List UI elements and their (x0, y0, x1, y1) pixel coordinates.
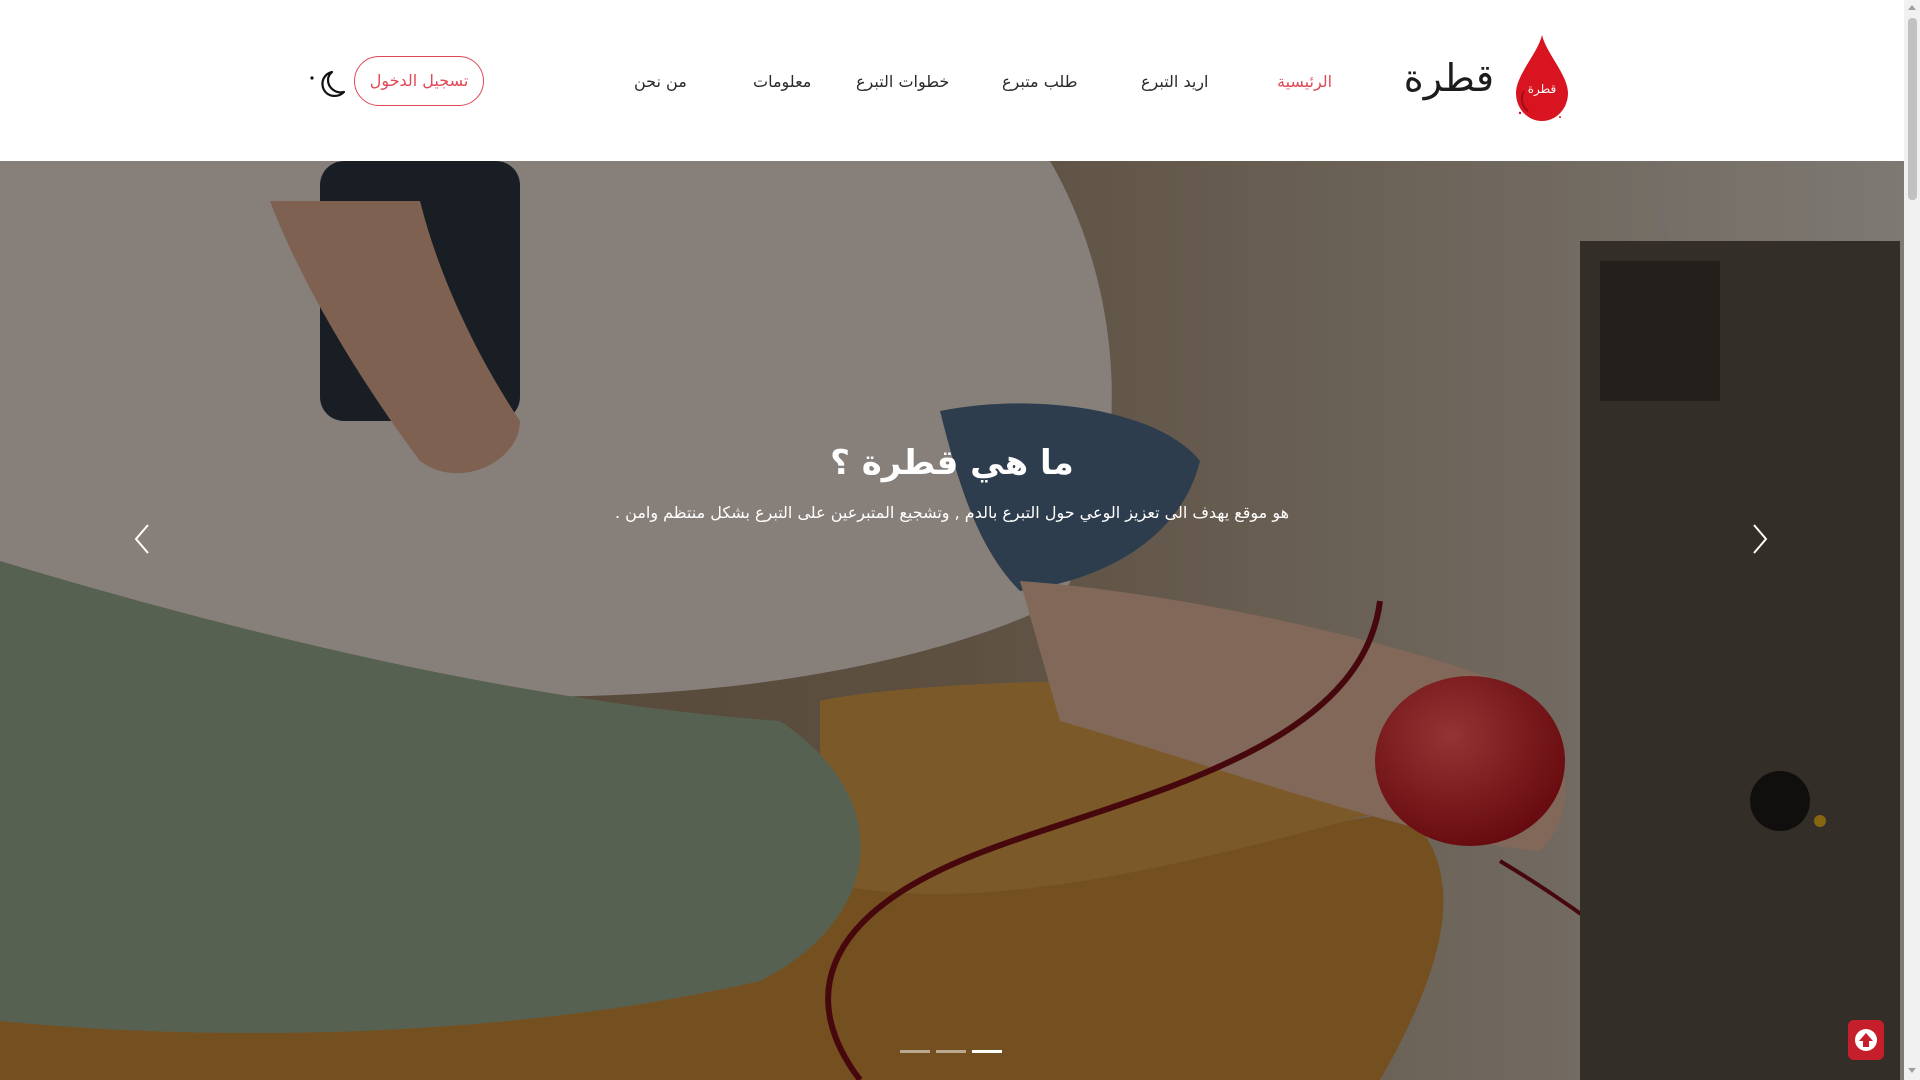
arrow-up-icon (1855, 1029, 1877, 1051)
nav-item-info[interactable]: معلومات (753, 62, 811, 102)
chevron-left-icon (134, 524, 149, 554)
nav-item-donation-steps[interactable]: خطوات التبرع (856, 62, 949, 102)
main-nav: الرئيسية اريد التبرع طلب متبرع خطوات الت… (0, 62, 1904, 102)
carousel-indicator-3[interactable] (972, 1050, 1002, 1053)
site-header: قطرة قطرة الرئيسية اريد التبرع طلب متبرع… (0, 0, 1904, 161)
scrollbar-up-arrow[interactable] (1908, 5, 1916, 10)
nav-item-request-donor[interactable]: طلب متبرع (1002, 62, 1077, 102)
page: قطرة قطرة الرئيسية اريد التبرع طلب متبرع… (0, 0, 1920, 1080)
hero-title: ما هي قطرة ؟ (830, 443, 1074, 483)
nav-item-home[interactable]: الرئيسية (1277, 62, 1332, 102)
login-button[interactable]: تسجيل الدخول (354, 56, 484, 106)
hero-carousel: ما هي قطرة ؟ هو موقع يهدف الى تعزيز الوع… (0, 161, 1904, 1080)
page-scrollbar[interactable] (1904, 0, 1920, 1080)
scrollbar-thumb[interactable] (1908, 18, 1917, 200)
carousel-prev-button[interactable] (122, 513, 162, 565)
scroll-to-top-button[interactable] (1848, 1020, 1884, 1060)
hero-overlay (0, 161, 1904, 1080)
theme-toggle-button[interactable] (306, 64, 350, 104)
carousel-next-button[interactable] (1740, 513, 1780, 565)
carousel-indicators (900, 1050, 1010, 1054)
carousel-indicator-2[interactable] (936, 1050, 966, 1053)
nav-item-donate[interactable]: اريد التبرع (1141, 62, 1208, 102)
chevron-right-icon (1753, 524, 1768, 554)
scrollbar-down-arrow[interactable] (1908, 1068, 1916, 1073)
nav-item-about[interactable]: من نحن (634, 62, 687, 102)
carousel-indicator-1[interactable] (900, 1050, 930, 1053)
hero-subtitle: هو موقع يهدف الى تعزيز الوعي حول التبرع … (614, 503, 1290, 522)
moon-icon (310, 70, 346, 97)
